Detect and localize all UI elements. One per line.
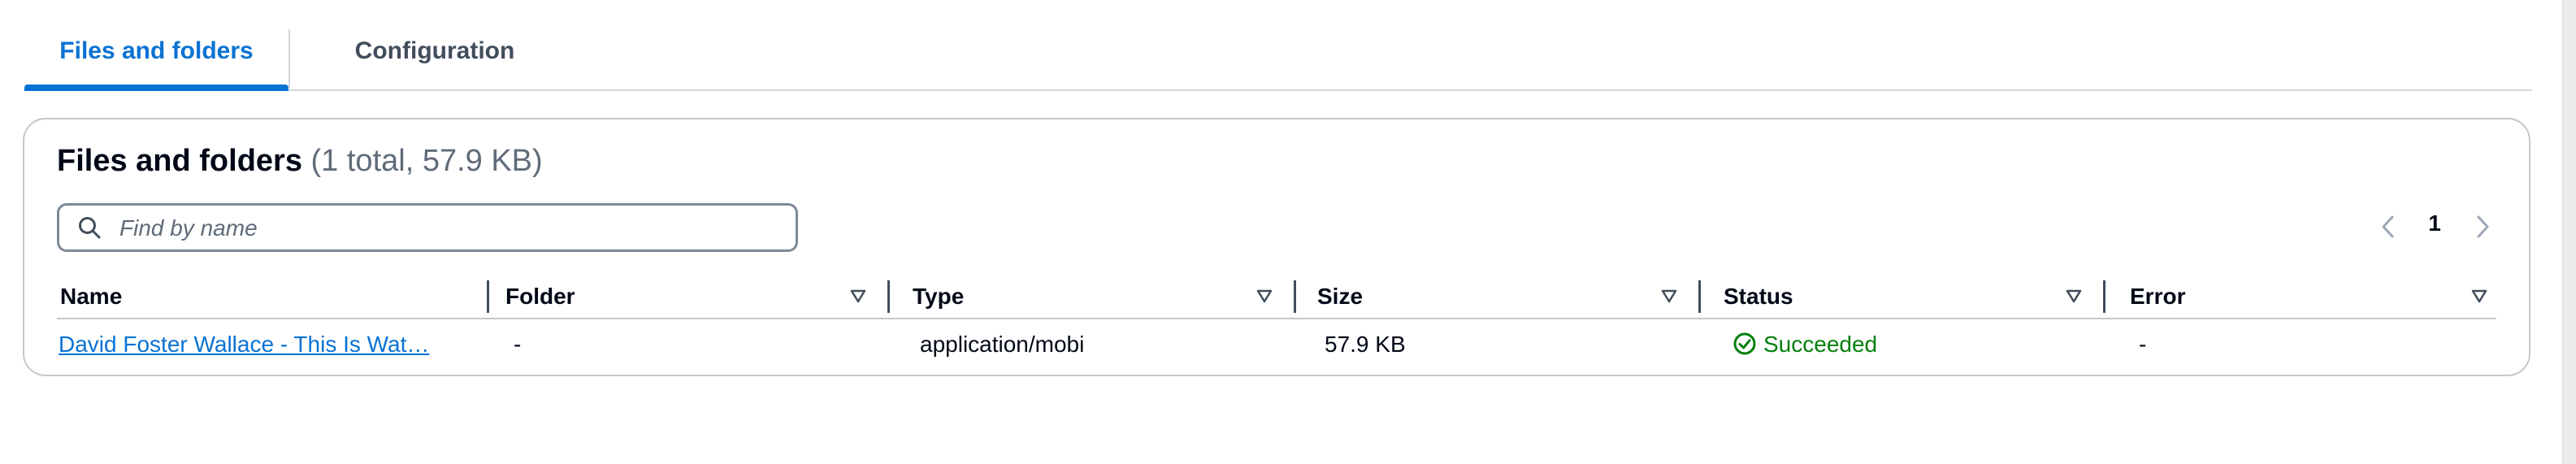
window-scrollbar[interactable] [2562, 0, 2576, 464]
search-input[interactable] [118, 210, 787, 246]
tab-files-and-folders[interactable]: Files and folders [24, 29, 288, 91]
status-text: Succeeded [1763, 332, 1878, 357]
panel-heading: Files and folders (1 total, 57.9 KB) [57, 144, 543, 179]
sort-triangle-icon[interactable] [2470, 287, 2488, 305]
column-header-error[interactable]: Error [2105, 275, 2496, 318]
cell-size: 57.9 KB [1325, 332, 1406, 357]
search-icon [79, 217, 101, 239]
panel-count: (1 total, 57.9 KB) [310, 144, 543, 178]
file-name-link[interactable]: David Foster Wallace - This Is Wat… [59, 332, 429, 357]
table-header: Name Folder Type Size Status Error [57, 275, 2496, 319]
files-panel: Files and folders (1 total, 57.9 KB) 1 N… [23, 118, 2530, 376]
cell-type: application/mobi [920, 332, 1085, 357]
sort-triangle-icon[interactable] [2065, 287, 2083, 305]
cell-status: Succeeded [1733, 319, 2090, 370]
sort-triangle-icon[interactable] [1660, 287, 1678, 305]
cell-name: David Foster Wallace - This Is Wat… [59, 319, 449, 370]
chevron-right-icon[interactable] [2467, 212, 2496, 241]
table-row: David Foster Wallace - This Is Wat… - ap… [57, 319, 2496, 370]
page-number[interactable]: 1 [2420, 210, 2449, 236]
column-header-folder[interactable]: Folder [486, 275, 890, 318]
chevron-left-icon[interactable] [2374, 212, 2404, 241]
tab-bar: Files and folders Configuration [24, 0, 2532, 91]
sort-triangle-icon[interactable] [849, 287, 867, 305]
column-header-status[interactable]: Status [1701, 275, 2105, 318]
pagination: 1 [2374, 209, 2496, 246]
search-box[interactable] [57, 203, 798, 252]
panel-title: Files and folders [57, 144, 302, 178]
sort-triangle-icon[interactable] [1255, 287, 1273, 305]
table-body: David Foster Wallace - This Is Wat… - ap… [57, 319, 2496, 370]
column-header-type[interactable]: Type [890, 275, 1296, 318]
column-header-size[interactable]: Size [1296, 275, 1701, 318]
tab-configuration[interactable]: Configuration [292, 29, 578, 89]
column-header-name[interactable]: Name [57, 275, 489, 318]
cell-folder: - [514, 332, 522, 357]
check-circle-icon [1733, 332, 1756, 355]
cell-error: - [2139, 332, 2147, 357]
page: Files and folders Configuration Files an… [0, 0, 2576, 464]
tab-separator [288, 29, 290, 88]
files-table: Name Folder Type Size Status Error David… [57, 275, 2496, 370]
